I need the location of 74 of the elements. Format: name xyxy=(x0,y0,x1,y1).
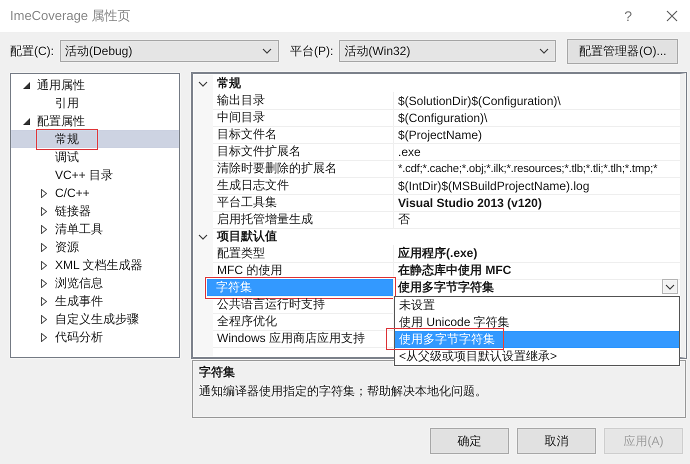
property-value: *.cdf;*.cache;*.obj;*.ilk;*.resources;*.tlb;*.tli;*.tlh;*.tmp;* xyxy=(398,162,658,174)
field-label: 配置(C): xyxy=(10,42,54,60)
tree-item[interactable]: 链接器 xyxy=(11,202,179,220)
tree-item[interactable]: 代码分析 xyxy=(11,328,179,346)
property-value: 在静态库中使用 MFC xyxy=(398,262,512,279)
property-name[interactable]: 平台工具集 xyxy=(213,194,394,212)
tree-item[interactable]: XML 文档生成器 xyxy=(11,256,179,274)
property-name[interactable]: 目标文件扩展名 xyxy=(213,143,394,161)
tree-item-label: VC++ 目录 xyxy=(54,166,114,184)
property-name[interactable]: 清除时要删除的扩展名 xyxy=(213,160,394,178)
caret-icon xyxy=(665,284,675,290)
property-value: $(IntDir)$(MSBuildProjectName).log xyxy=(398,178,590,192)
dialog-button[interactable]: 确定 xyxy=(430,428,509,454)
dropdown-field[interactable]: 活动(Win32) xyxy=(339,40,556,62)
property-name[interactable]: 全程序优化 xyxy=(213,313,394,331)
property-name[interactable]: 生成日志文件 xyxy=(213,177,394,195)
property-value: Visual Studio 2013 (v120) xyxy=(398,196,542,210)
dialog-button[interactable]: 取消 xyxy=(517,428,596,454)
caret-icon xyxy=(262,48,272,54)
property-name[interactable]: 中间目录 xyxy=(213,109,394,127)
tree-item-label: 自定义生成步骤 xyxy=(54,310,140,328)
section-header[interactable]: 常规 xyxy=(213,75,680,92)
tree-item-label: 清单工具 xyxy=(54,220,104,238)
configuration-manager-button[interactable]: 配置管理器(O)... xyxy=(567,38,678,64)
property-value: 使用多字节字符集 xyxy=(398,279,494,296)
tree-item[interactable]: 生成事件 xyxy=(11,292,179,310)
tree-item[interactable]: 引用 xyxy=(11,94,179,112)
property-name[interactable]: Windows 应用商店应用支持 xyxy=(213,330,394,348)
property-value: 应用程序(.exe) xyxy=(398,245,478,262)
property-value: .exe xyxy=(398,144,421,158)
tree-item-label: 通用属性 xyxy=(36,76,86,94)
dropdown-field[interactable]: 活动(Debug) xyxy=(60,40,279,62)
property-value: $(SolutionDir)$(Configuration)\ xyxy=(398,94,561,108)
tree-item-label: 资源 xyxy=(54,238,80,256)
dropdown-button[interactable] xyxy=(662,279,678,294)
property-name[interactable]: 输出目录 xyxy=(213,92,394,110)
property-value: $(Configuration)\ xyxy=(398,110,488,124)
property-name[interactable]: 配置类型 xyxy=(213,245,394,263)
window-title: ImeCoverage 属性页 xyxy=(10,7,132,25)
tree-item-label: 浏览信息 xyxy=(54,274,104,292)
dropdown-option[interactable]: 使用 Unicode 字符集 xyxy=(395,314,679,331)
tree-item[interactable]: C/C++ xyxy=(11,184,179,202)
tree-item[interactable]: 资源 xyxy=(11,238,179,256)
section-header[interactable]: 项目默认值 xyxy=(213,228,680,245)
description-title: 字符集 xyxy=(199,364,236,381)
tree-item[interactable]: 通用属性 xyxy=(11,76,179,94)
close-icon[interactable] xyxy=(666,10,678,22)
tree-item-label: 引用 xyxy=(54,94,80,112)
property-name[interactable]: 启用托管增量生成 xyxy=(213,211,394,229)
tree-item[interactable]: VC++ 目录 xyxy=(11,166,179,184)
tree-item[interactable]: 浏览信息 xyxy=(11,274,179,292)
tree-item-label: 常规 xyxy=(37,130,97,148)
tree-item-label: 调试 xyxy=(54,148,80,166)
tree-item-label: 代码分析 xyxy=(54,328,104,346)
tree-item[interactable]: 配置属性 xyxy=(11,112,179,130)
property-name[interactable]: 目标文件名 xyxy=(213,126,394,144)
tree-item-label: 生成事件 xyxy=(54,292,104,310)
tree-item-label: 配置属性 xyxy=(36,112,86,130)
caret-icon xyxy=(539,48,550,54)
tree-item[interactable]: 常规 xyxy=(11,130,179,148)
tree-item-label: XML 文档生成器 xyxy=(54,256,144,274)
dropdown-option[interactable]: 未设置 xyxy=(395,297,679,314)
property-name[interactable]: 公共语言运行时支持 xyxy=(213,296,394,314)
description-text: 通知编译器使用指定的字符集；帮助解决本地化问题。 xyxy=(199,383,488,400)
tree-item[interactable]: 清单工具 xyxy=(11,220,179,238)
tree-item[interactable]: 调试 xyxy=(11,148,179,166)
dropdown-option[interactable]: <从父级或项目默认设置继承> xyxy=(395,348,679,365)
tree-item-label: 链接器 xyxy=(54,202,92,220)
help-button[interactable]: ? xyxy=(624,8,632,24)
field-label: 平台(P): xyxy=(290,42,334,60)
property-value: $(ProjectName) xyxy=(398,128,482,142)
property-value: 否 xyxy=(398,211,410,228)
tree-item[interactable]: 自定义生成步骤 xyxy=(11,310,179,328)
tree-item-label: C/C++ xyxy=(54,185,91,201)
